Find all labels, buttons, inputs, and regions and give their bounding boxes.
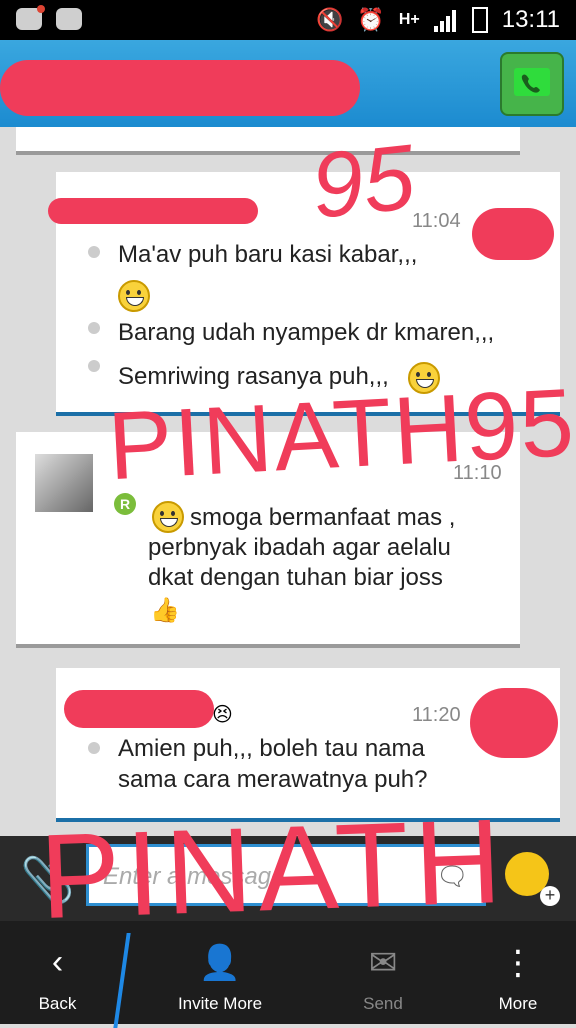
message-text: Amien puh,,, boleh tau nama bbox=[118, 735, 425, 762]
redaction-mark bbox=[0, 60, 360, 116]
message-time: 11:20 bbox=[412, 704, 461, 726]
message-bullet bbox=[88, 322, 100, 334]
smiley-icon bbox=[118, 280, 150, 312]
message-bullet bbox=[88, 360, 100, 372]
call-button[interactable] bbox=[500, 52, 564, 116]
message-text: perbnyak ibadah agar aelalu bbox=[148, 534, 451, 561]
more-label: More bbox=[498, 994, 538, 1013]
phone-icon bbox=[514, 68, 550, 96]
more-button[interactable]: ⋮ More bbox=[460, 921, 576, 1024]
message-input[interactable]: Enter a message 🗨 bbox=[86, 844, 486, 906]
status-bar: 🔇 ⏰ H+ 13:11 bbox=[0, 0, 576, 40]
message-text: Ma'av puh baru kasi kabar,,, bbox=[118, 241, 418, 268]
composer-bar: 📎 Enter a message 🗨 + bbox=[0, 836, 576, 921]
nav-divider bbox=[113, 933, 131, 1028]
message-bullet bbox=[88, 742, 100, 754]
back-label: Back bbox=[38, 994, 77, 1013]
message-bullet bbox=[88, 246, 100, 258]
redaction-mark bbox=[48, 198, 258, 224]
message-input-placeholder: Enter a message bbox=[103, 863, 285, 890]
attach-icon[interactable]: 📎 bbox=[20, 854, 75, 906]
message-text: sama cara merawatnya puh? bbox=[118, 766, 428, 793]
emoticon-icon: 😣 bbox=[212, 704, 233, 726]
chat-header bbox=[0, 40, 576, 127]
message-card-previous bbox=[16, 127, 520, 155]
message-text: dkat dengan tuhan biar joss bbox=[148, 564, 443, 591]
add-contact-icon: 👤 bbox=[198, 944, 242, 982]
smiley-icon bbox=[408, 362, 440, 394]
invite-more-label: Invite More bbox=[177, 994, 263, 1013]
mute-icon: 🔇 bbox=[316, 7, 344, 32]
back-arrow-icon: ‹ bbox=[51, 943, 64, 981]
signal-icon bbox=[433, 8, 458, 32]
message-text: Barang udah nyampek dr kmaren,,, bbox=[118, 319, 495, 346]
message-card: 11:04 Ma'av puh baru kasi kabar,,, Baran… bbox=[48, 172, 560, 416]
message-card: 😣 11:20 Amien puh,,, boleh tau nama sama… bbox=[56, 668, 560, 822]
redaction-mark bbox=[472, 208, 554, 260]
bbm-send-icon: ✉ bbox=[368, 944, 398, 982]
voice-note-icon[interactable]: 🗨 bbox=[436, 861, 469, 892]
network-type: H+ bbox=[398, 11, 420, 28]
thumbs-up-icon: 👍 bbox=[150, 597, 180, 624]
redaction-mark bbox=[470, 688, 558, 758]
message-time: 11:04 bbox=[412, 210, 461, 232]
smiley-icon bbox=[152, 501, 184, 533]
message-text: smoga bermanfaat mas , bbox=[190, 504, 456, 531]
battery-icon bbox=[471, 7, 488, 33]
send-label: Send bbox=[363, 994, 403, 1013]
alarm-icon: ⏰ bbox=[357, 7, 385, 32]
avatar[interactable] bbox=[35, 454, 93, 512]
message-text: Semriwing rasanya puh,,, bbox=[118, 363, 389, 390]
read-status-badge: R bbox=[114, 493, 136, 515]
back-button[interactable]: ‹ Back bbox=[0, 921, 115, 1024]
add-icon: + bbox=[540, 886, 560, 906]
invite-more-button[interactable]: 👤 Invite More bbox=[160, 921, 280, 1024]
message-time: 11:10 bbox=[453, 462, 502, 484]
send-button[interactable]: ✉ Send bbox=[323, 921, 443, 1024]
bbm-icon bbox=[56, 8, 82, 30]
redaction-mark bbox=[64, 690, 214, 728]
action-bar: ‹ Back 👤 Invite More ✉ Send ⋮ More bbox=[0, 921, 576, 1028]
clock: 13:11 bbox=[501, 6, 560, 33]
bbm-notification-icon bbox=[16, 5, 45, 30]
overflow-menu-icon: ⋮ bbox=[501, 944, 535, 982]
